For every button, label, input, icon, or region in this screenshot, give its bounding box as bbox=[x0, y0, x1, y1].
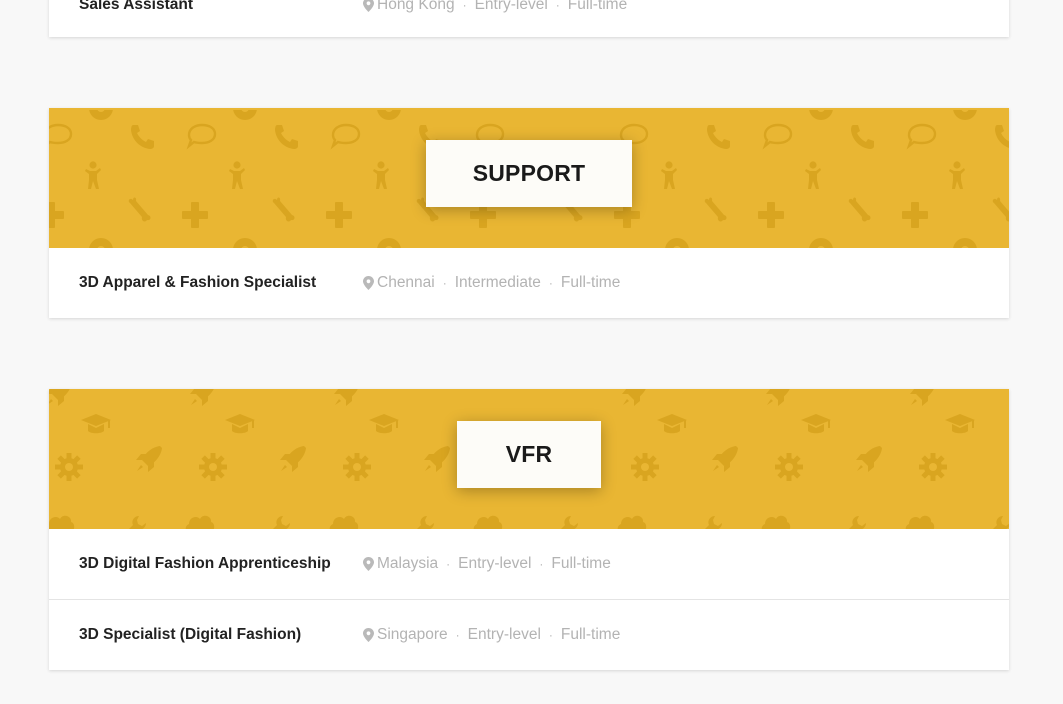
map-pin-icon bbox=[363, 0, 374, 12]
job-title[interactable]: 3D Apparel & Fashion Specialist bbox=[79, 274, 316, 292]
job-meta: Hong Kong · Entry-level · Full-time bbox=[363, 0, 627, 14]
job-row[interactable]: 3D Digital Fashion Apprenticeship Malays… bbox=[49, 529, 1009, 599]
separator-dot: · bbox=[455, 627, 460, 642]
job-level: Entry-level bbox=[467, 625, 541, 643]
job-title[interactable]: Sales Assistant bbox=[79, 0, 193, 14]
group-banner: VFR bbox=[49, 389, 1009, 529]
job-row[interactable]: Sales Assistant Hong Kong · Entry-level … bbox=[49, 0, 1009, 37]
job-group-card: Sales Assistant Hong Kong · Entry-level … bbox=[49, 0, 1009, 37]
map-pin-icon bbox=[363, 627, 374, 642]
job-meta: Singapore · Entry-level · Full-time bbox=[363, 626, 620, 644]
separator-dot: · bbox=[446, 557, 451, 571]
job-level: Intermediate bbox=[454, 274, 541, 291]
job-level: Entry-level bbox=[474, 0, 548, 13]
job-type: Full-time bbox=[560, 625, 621, 643]
separator-dot: · bbox=[548, 276, 553, 290]
job-location: Hong Kong bbox=[377, 0, 455, 13]
job-group-card-support: SUPPORT 3D Apparel & Fashion Specialist … bbox=[49, 108, 1009, 318]
job-row[interactable]: 3D Specialist (Digital Fashion) Singapor… bbox=[49, 599, 1009, 669]
separator-dot: · bbox=[462, 0, 467, 12]
job-type: Full-time bbox=[567, 0, 628, 13]
job-meta: Malaysia · Entry-level · Full-time bbox=[363, 555, 611, 573]
job-title[interactable]: 3D Specialist (Digital Fashion) bbox=[79, 626, 301, 644]
job-type: Full-time bbox=[551, 555, 611, 572]
separator-dot: · bbox=[555, 0, 560, 12]
separator-dot: · bbox=[442, 276, 447, 290]
group-title: SUPPORT bbox=[426, 140, 632, 207]
job-location: Malaysia bbox=[377, 555, 439, 572]
job-group-card-vfr: VFR 3D Digital Fashion Apprenticeship Ma… bbox=[49, 389, 1009, 670]
job-type: Full-time bbox=[560, 274, 621, 291]
separator-dot: · bbox=[539, 557, 544, 571]
job-row[interactable]: 3D Apparel & Fashion Specialist Chennai … bbox=[49, 248, 1009, 318]
job-title[interactable]: 3D Digital Fashion Apprenticeship bbox=[79, 555, 331, 573]
group-title: VFR bbox=[457, 421, 601, 488]
separator-dot: · bbox=[548, 627, 553, 642]
job-location: Chennai bbox=[377, 274, 435, 291]
job-level: Entry-level bbox=[458, 555, 532, 572]
map-pin-icon bbox=[363, 557, 374, 571]
job-meta: Chennai · Intermediate · Full-time bbox=[363, 274, 620, 292]
map-pin-icon bbox=[363, 276, 374, 290]
group-banner: SUPPORT bbox=[49, 108, 1009, 248]
job-location: Singapore bbox=[377, 625, 448, 643]
